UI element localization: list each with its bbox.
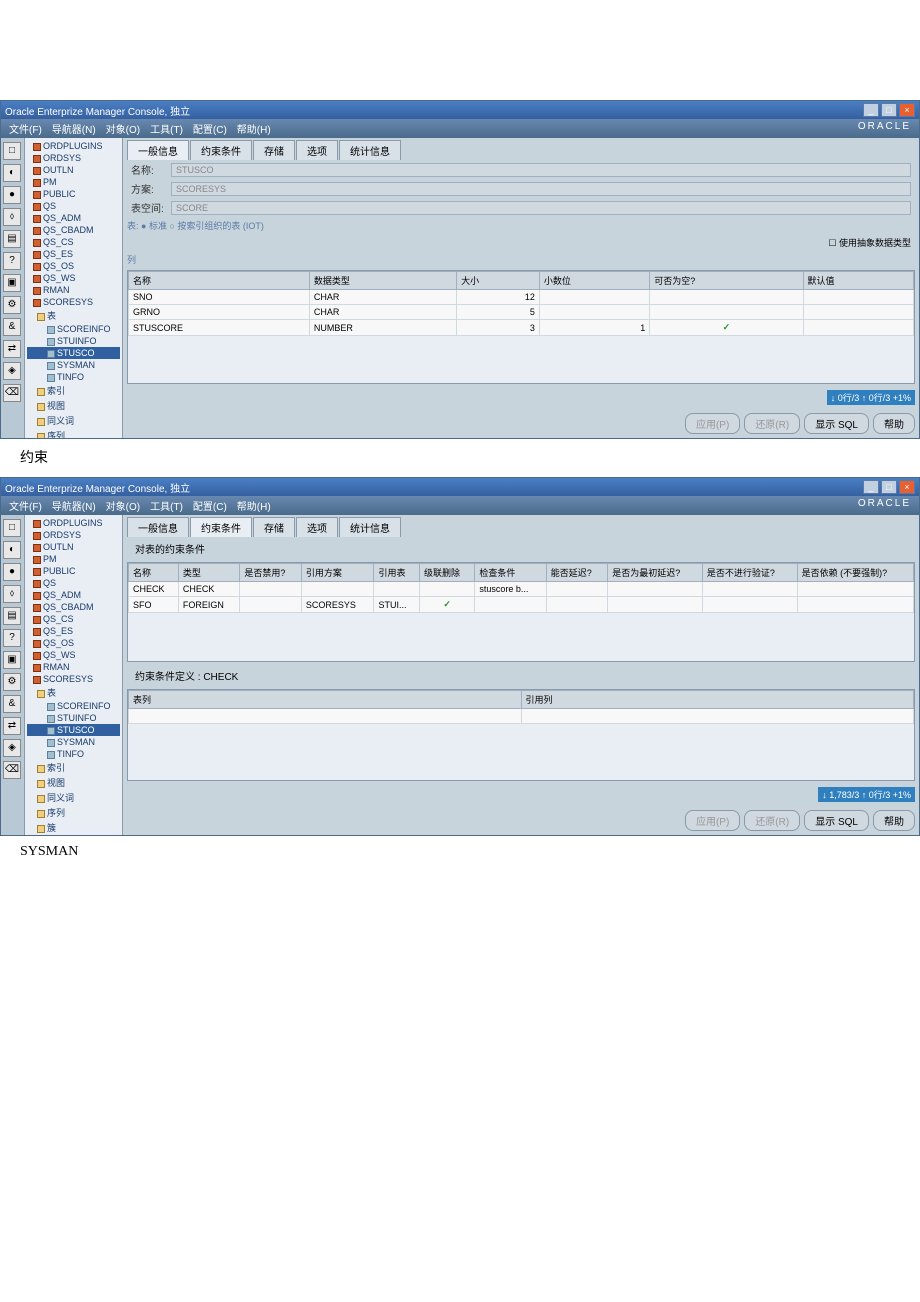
tool-icon-1[interactable]: □ [3,519,21,537]
menu-config[interactable]: 配置(C) [193,498,227,513]
tool-icon-9[interactable]: & [3,318,21,336]
menu-config[interactable]: 配置(C) [193,121,227,136]
schema-label: 方案: [131,181,171,196]
columns-label: 列 [123,251,919,268]
schema-field[interactable]: SCORESYS [171,182,911,196]
table-row: GRNOCHAR5 [129,305,914,320]
menu-help[interactable]: 帮助(H) [237,121,271,136]
tab-storage[interactable]: 存储 [253,517,295,537]
columns-table[interactable]: 名称 数据类型 大小 小数位 可否为空? 默认值 SNOCHAR12 GRNOC… [128,271,914,336]
name-field[interactable]: STUSCO [171,163,911,177]
menu-object[interactable]: 对象(O) [106,498,140,513]
constraints-table[interactable]: 名称类型是否禁用?引用方案引用表级联删除检查条件能否延迟?是否为最初延迟?是否不… [128,563,914,613]
tab-options[interactable]: 选项 [296,140,338,160]
pager[interactable]: ↓ 0行/3 ↑ 0行/3 +1% [827,390,915,405]
table-row: SNOCHAR12 [129,290,914,305]
window-title: Oracle Enterprize Manager Console, 独立 [5,103,190,118]
menu-navigator[interactable]: 导航器(N) [52,121,96,136]
apply-button[interactable]: 应用(P) [685,810,740,831]
tab-general[interactable]: 一般信息 [127,140,189,160]
tablespace-field[interactable]: SCORE [171,201,911,215]
menu-tools[interactable]: 工具(T) [150,498,183,513]
folder-icon [37,313,45,321]
table-row: STUSCORENUMBER31✓ [129,320,914,336]
tool-icon-12[interactable]: ⌫ [3,384,21,402]
help-button[interactable]: 帮助 [873,810,915,831]
name-label: 名称: [131,162,171,177]
titlebar: Oracle Enterprize Manager Console, 独立 _ … [1,101,919,119]
revert-button[interactable]: 还原(R) [744,413,800,434]
oracle-brand: ORACLE [858,121,911,136]
show-sql-button[interactable]: 显示 SQL [804,810,869,831]
tab-constraints[interactable]: 约束条件 [190,140,252,160]
check-def-label: 约束条件定义 : CHECK [123,664,919,687]
navigator-tree[interactable]: ORDPLUGINS ORDSYS OUTLN PM PUBLIC QS QS_… [25,138,123,438]
revert-button[interactable]: 还原(R) [744,810,800,831]
table-row: SFOFOREIGNSCORESYSSTUI...✓ [129,597,914,613]
pager[interactable]: ↓ 1,783/3 ↑ 0行/3 +1% [818,787,915,802]
menu-tools[interactable]: 工具(T) [150,121,183,136]
table-row: CHECKCHECKstuscore b... [129,582,914,597]
tool-icon-7[interactable]: ▣ [3,651,21,669]
menu-object[interactable]: 对象(O) [106,121,140,136]
close-button[interactable]: × [899,103,915,117]
navigator-tree-2[interactable]: ORDPLUGINS ORDSYS OUTLN PM PUBLIC QS QS_… [25,515,123,835]
tool-icon-6[interactable]: ? [3,629,21,647]
tool-icon-9[interactable]: & [3,695,21,713]
menubar: 文件(F) 导航器(N) 对象(O) 工具(T) 配置(C) 帮助(H) ORA… [1,119,919,138]
toolbar: □ ◐ ● ⬨ ▤ ? ▣ ⚙ & ⇄ ◈ ⌫ [1,138,25,438]
constraints-subheader: 对表的约束条件 [123,537,919,560]
tablespace-label: 表空间: [131,200,171,215]
tab-options[interactable]: 选项 [296,517,338,537]
tool-icon-11[interactable]: ◈ [3,362,21,380]
table-type-hint: 表: ● 标准 ○ 按索引组织的表 (IOT) [123,217,919,234]
minimize-button[interactable]: _ [863,480,879,494]
tool-icon-6[interactable]: ? [3,252,21,270]
main-panel: 一般信息 约束条件 存储 选项 统计信息 名称:STUSCO 方案:SCORES… [123,138,919,438]
tool-icon-2[interactable]: ◐ [3,541,21,559]
tool-icon-10[interactable]: ⇄ [3,717,21,735]
tool-icon-10[interactable]: ⇄ [3,340,21,358]
menu-help[interactable]: 帮助(H) [237,498,271,513]
tool-icon-11[interactable]: ◈ [3,739,21,757]
tool-icon-4[interactable]: ⬨ [3,585,21,603]
tab-constraints[interactable]: 约束条件 [190,517,252,537]
tab-stats[interactable]: 统计信息 [339,517,401,537]
check-def-table[interactable]: 表列引用列 [128,690,914,724]
help-button[interactable]: 帮助 [873,413,915,434]
tool-icon-7[interactable]: ▣ [3,274,21,292]
tool-icon-5[interactable]: ▤ [3,607,21,625]
tool-icon-8[interactable]: ⚙ [3,296,21,314]
table-icon [47,326,55,334]
menu-file[interactable]: 文件(F) [9,121,42,136]
tool-icon-8[interactable]: ⚙ [3,673,21,691]
tool-icon-2[interactable]: ◐ [3,164,21,182]
tab-storage[interactable]: 存储 [253,140,295,160]
abstract-type-checkbox[interactable]: ☐ 使用抽象数据类型 [123,234,919,251]
menu-file[interactable]: 文件(F) [9,498,42,513]
minimize-button[interactable]: _ [863,103,879,117]
window-title-2: Oracle Enterprize Manager Console, 独立 [5,480,190,495]
tree-item-stusco: STUSCO [27,347,120,359]
tool-icon-4[interactable]: ⬨ [3,208,21,226]
maximize-button[interactable]: □ [881,480,897,494]
close-button[interactable]: × [899,480,915,494]
tool-icon-3[interactable]: ● [3,186,21,204]
section-label-constraints: 约束 [20,447,920,467]
show-sql-button[interactable]: 显示 SQL [804,413,869,434]
tool-icon-3[interactable]: ● [3,563,21,581]
oracle-console-window-1: Oracle Enterprize Manager Console, 独立 _ … [0,100,920,439]
tool-icon-1[interactable]: □ [3,142,21,160]
oracle-console-window-2: Oracle Enterprize Manager Console, 独立 _ … [0,477,920,836]
user-icon [33,143,41,151]
section-label-sysman: SYSMAN [20,844,920,860]
tab-general[interactable]: 一般信息 [127,517,189,537]
tab-stats[interactable]: 统计信息 [339,140,401,160]
tool-icon-12[interactable]: ⌫ [3,761,21,779]
apply-button[interactable]: 应用(P) [685,413,740,434]
tool-icon-5[interactable]: ▤ [3,230,21,248]
maximize-button[interactable]: □ [881,103,897,117]
menu-navigator[interactable]: 导航器(N) [52,498,96,513]
